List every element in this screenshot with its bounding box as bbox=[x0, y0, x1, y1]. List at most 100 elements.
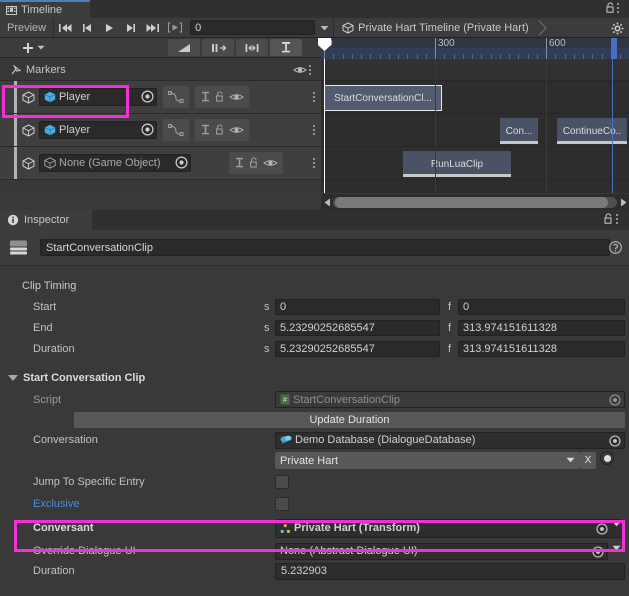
duration-field[interactable]: 5.232903 bbox=[275, 562, 625, 580]
pin-icon[interactable] bbox=[234, 157, 245, 169]
ripple-edit-button[interactable] bbox=[202, 39, 234, 56]
clip-lane[interactable]: StartConversationCl... bbox=[321, 81, 629, 114]
playhead-line[interactable] bbox=[324, 59, 325, 193]
track-row-player-2[interactable]: Player bbox=[0, 114, 321, 147]
triangle-right-icon[interactable] bbox=[617, 195, 629, 209]
inspector-tab-strip: Inspector bbox=[0, 210, 629, 230]
seconds-field[interactable]: 5.23290252685547 bbox=[275, 319, 440, 336]
triangle-left-icon[interactable] bbox=[321, 195, 333, 209]
chevron-down-icon[interactable] bbox=[315, 19, 333, 37]
kebab-menu-icon[interactable] bbox=[616, 214, 618, 224]
lock-open-icon[interactable] bbox=[603, 213, 614, 225]
frames-field[interactable]: 313.974151611328 bbox=[458, 340, 625, 357]
seconds-field[interactable]: 5.23290252685547 bbox=[275, 340, 440, 357]
clip-label: RunLuaClip bbox=[430, 158, 484, 170]
help-circle-icon[interactable] bbox=[609, 241, 622, 254]
clip-lane[interactable]: Con... ContinueCo.. bbox=[321, 114, 629, 147]
conversation-dropdown[interactable]: Private Hart bbox=[275, 452, 580, 469]
exclusive-label[interactable]: Exclusive bbox=[33, 498, 79, 510]
conversant-value: Private Hart (Transform) bbox=[294, 522, 420, 534]
kebab-menu-icon[interactable] bbox=[313, 125, 315, 135]
frames-field[interactable]: 313.974151611328 bbox=[458, 319, 625, 336]
scrollbar-track[interactable] bbox=[333, 196, 617, 208]
marker-lane[interactable] bbox=[321, 59, 629, 81]
timeline-end-marker[interactable] bbox=[611, 38, 617, 59]
track-object-label: Player bbox=[59, 91, 91, 103]
step-forward-icon[interactable] bbox=[120, 19, 142, 37]
tab-timeline[interactable]: Timeline bbox=[0, 0, 90, 18]
kebab-menu-icon[interactable] bbox=[313, 158, 315, 168]
lock-open-icon[interactable] bbox=[215, 91, 225, 103]
lock-open-icon[interactable] bbox=[249, 157, 259, 169]
bracketed-play-icon[interactable] bbox=[164, 19, 186, 37]
track-object-field[interactable]: Player bbox=[39, 88, 157, 106]
play-icon[interactable] bbox=[98, 19, 120, 37]
eye-icon[interactable] bbox=[293, 65, 307, 75]
frames-field[interactable]: 0 bbox=[458, 298, 625, 315]
triangle-down-small-icon[interactable] bbox=[612, 521, 621, 527]
lock-playhead-button[interactable] bbox=[270, 39, 302, 56]
clip-blend-bar bbox=[500, 141, 538, 144]
step-back-icon[interactable] bbox=[76, 19, 98, 37]
conversant-field[interactable]: Private Hart (Transform) bbox=[275, 518, 623, 538]
kebab-menu-icon[interactable] bbox=[309, 64, 311, 75]
conversation-field[interactable]: Demo Database (DialogueDatabase) bbox=[275, 431, 625, 449]
skip-to-end-icon[interactable] bbox=[142, 19, 164, 37]
replace-edit-button[interactable] bbox=[236, 39, 268, 56]
gear-icon[interactable] bbox=[608, 19, 626, 37]
asset-name-field[interactable]: StartConversationClip bbox=[40, 239, 610, 256]
update-duration-button[interactable]: Update Duration bbox=[74, 412, 625, 428]
object-picker-icon[interactable] bbox=[141, 90, 154, 103]
scrollbar-thumb[interactable] bbox=[335, 196, 608, 208]
kebab-menu-icon[interactable] bbox=[617, 3, 619, 13]
curve-icon[interactable] bbox=[163, 119, 189, 141]
curve-icon[interactable] bbox=[163, 86, 189, 108]
lock-open-icon[interactable] bbox=[605, 2, 616, 14]
clip-start-conversation[interactable]: StartConversationCl... bbox=[324, 85, 442, 111]
add-track-button[interactable] bbox=[16, 39, 50, 56]
object-picker-icon[interactable] bbox=[175, 156, 188, 169]
eye-icon[interactable] bbox=[263, 158, 278, 168]
jump-to-specific-entry-checkbox[interactable] bbox=[275, 475, 289, 489]
ruler-tick-300: 300 bbox=[438, 38, 455, 49]
clip-run-lua[interactable]: RunLuaClip bbox=[403, 151, 511, 177]
pin-icon[interactable] bbox=[200, 91, 211, 103]
conversation-clear-button[interactable]: X bbox=[580, 452, 596, 469]
frame-input[interactable]: 0 bbox=[190, 20, 316, 35]
markers-row[interactable]: Markers bbox=[0, 59, 321, 81]
clip-lane[interactable]: RunLuaClip bbox=[321, 147, 629, 180]
breadcrumb-chevron-icon bbox=[537, 20, 549, 36]
start-conversation-clip-foldout[interactable]: Start Conversation Clip bbox=[0, 367, 629, 389]
preview-button[interactable]: Preview bbox=[0, 18, 55, 37]
mix-mode-button[interactable] bbox=[168, 39, 200, 56]
clip-continue-1[interactable]: Con... bbox=[500, 118, 538, 144]
exclusive-checkbox[interactable] bbox=[275, 497, 289, 511]
track-row-player-1[interactable]: Player bbox=[0, 81, 321, 114]
tab-inspector[interactable]: Inspector bbox=[0, 210, 92, 230]
breadcrumb[interactable]: Private Hart Timeline (Private Hart) bbox=[333, 18, 555, 37]
object-picker-icon bbox=[609, 394, 621, 406]
pin-icon[interactable] bbox=[200, 124, 211, 136]
clip-timing-row: Duration s 5.23290252685547 f 313.9741516113… bbox=[0, 338, 629, 359]
track-row-none[interactable]: None (Game Object) bbox=[0, 147, 321, 180]
timeline-clip-area[interactable]: StartConversationCl... Con... ContinueCo..… bbox=[321, 59, 629, 193]
radio-dot-icon[interactable] bbox=[600, 451, 614, 465]
override-dialogue-ui-field[interactable]: None (Abstract Dialogue UI) bbox=[275, 542, 608, 560]
triangle-down-small-icon[interactable] bbox=[612, 545, 621, 551]
object-picker-icon[interactable] bbox=[596, 522, 608, 535]
kebab-menu-icon[interactable] bbox=[313, 92, 315, 102]
skip-to-start-icon[interactable] bbox=[54, 19, 76, 37]
cube-outline-icon bbox=[22, 156, 35, 170]
object-picker-icon[interactable] bbox=[141, 123, 154, 136]
track-object-field[interactable]: None (Game Object) bbox=[39, 154, 191, 172]
clip-continue-2[interactable]: ContinueCo.. bbox=[557, 118, 627, 144]
timeline-horizontal-scrollbar[interactable] bbox=[321, 194, 629, 210]
seconds-field[interactable]: 0 bbox=[275, 298, 440, 315]
track-object-field[interactable]: Player bbox=[39, 121, 157, 139]
object-picker-icon[interactable] bbox=[609, 434, 621, 447]
eye-icon[interactable] bbox=[229, 92, 244, 102]
timeline-ruler[interactable]: 0 300 600 bbox=[321, 38, 629, 59]
lock-open-icon[interactable] bbox=[215, 124, 225, 136]
eye-icon[interactable] bbox=[229, 125, 244, 135]
object-picker-icon[interactable] bbox=[592, 545, 604, 558]
